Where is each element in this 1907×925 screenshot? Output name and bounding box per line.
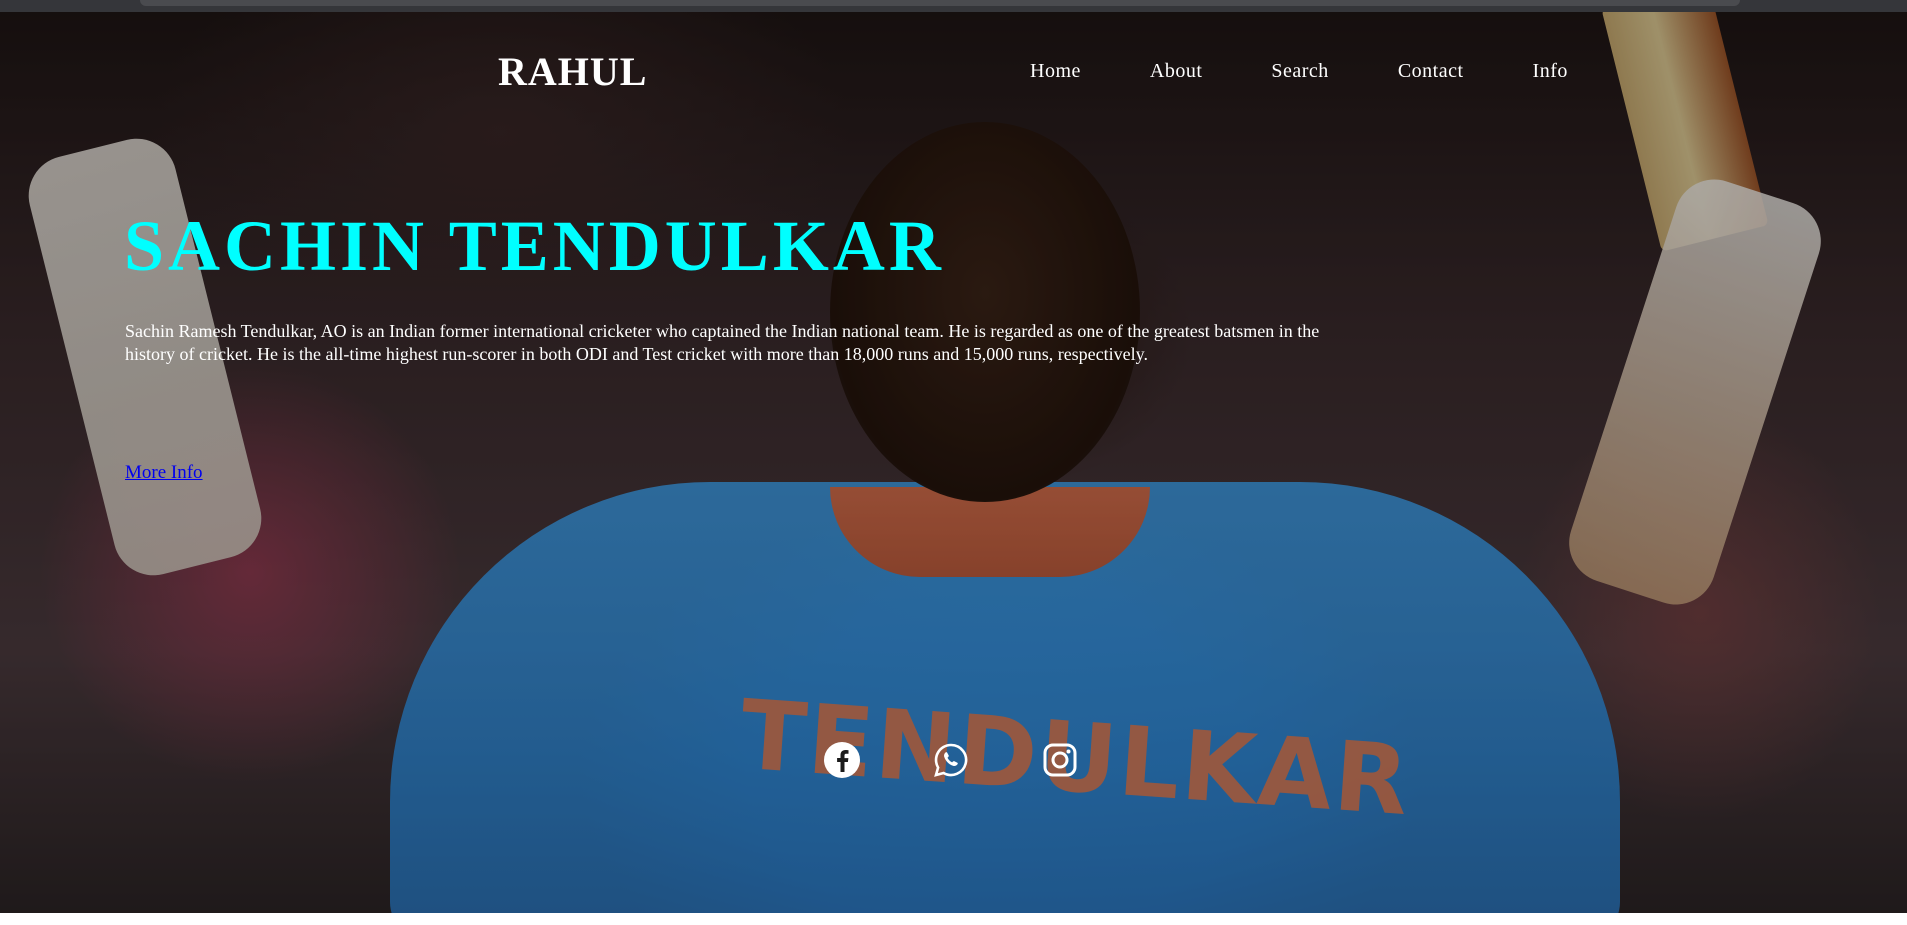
nav-link-home[interactable]: Home bbox=[1030, 60, 1081, 83]
nav-link-contact[interactable]: Contact bbox=[1398, 60, 1464, 83]
site-header: RAHUL Home About Search Contact Info bbox=[0, 12, 1907, 112]
browser-top-strip bbox=[0, 0, 1907, 12]
nav-item-contact: Contact bbox=[1398, 60, 1533, 83]
nav-link-search[interactable]: Search bbox=[1271, 60, 1328, 83]
hero-overlay bbox=[0, 12, 1907, 925]
site-logo: RAHUL bbox=[498, 49, 648, 94]
social-links bbox=[822, 740, 1149, 780]
facebook-icon[interactable] bbox=[822, 740, 862, 780]
nav-item-about: About bbox=[1150, 60, 1272, 83]
nav-item-search: Search bbox=[1271, 60, 1397, 83]
nav-link-info[interactable]: Info bbox=[1533, 60, 1568, 83]
whatsapp-icon[interactable] bbox=[931, 740, 971, 780]
instagram-icon[interactable] bbox=[1040, 740, 1080, 780]
nav-item-info: Info bbox=[1533, 60, 1637, 83]
page-viewport: TENDULKAR RAHUL Home About Search Contac… bbox=[0, 12, 1907, 925]
nav-item-home: Home bbox=[1030, 60, 1150, 83]
nav-link-about[interactable]: About bbox=[1150, 60, 1203, 83]
hero-title: SACHIN TENDULKAR bbox=[124, 206, 945, 286]
nav-list: Home About Search Contact Info bbox=[1030, 60, 1637, 83]
browser-tab-edge bbox=[140, 0, 1740, 6]
hero-description: Sachin Ramesh Tendulkar, AO is an Indian… bbox=[125, 321, 1320, 364]
more-info-link[interactable]: More Info bbox=[125, 462, 203, 484]
page-bottom-margin bbox=[0, 913, 1907, 925]
